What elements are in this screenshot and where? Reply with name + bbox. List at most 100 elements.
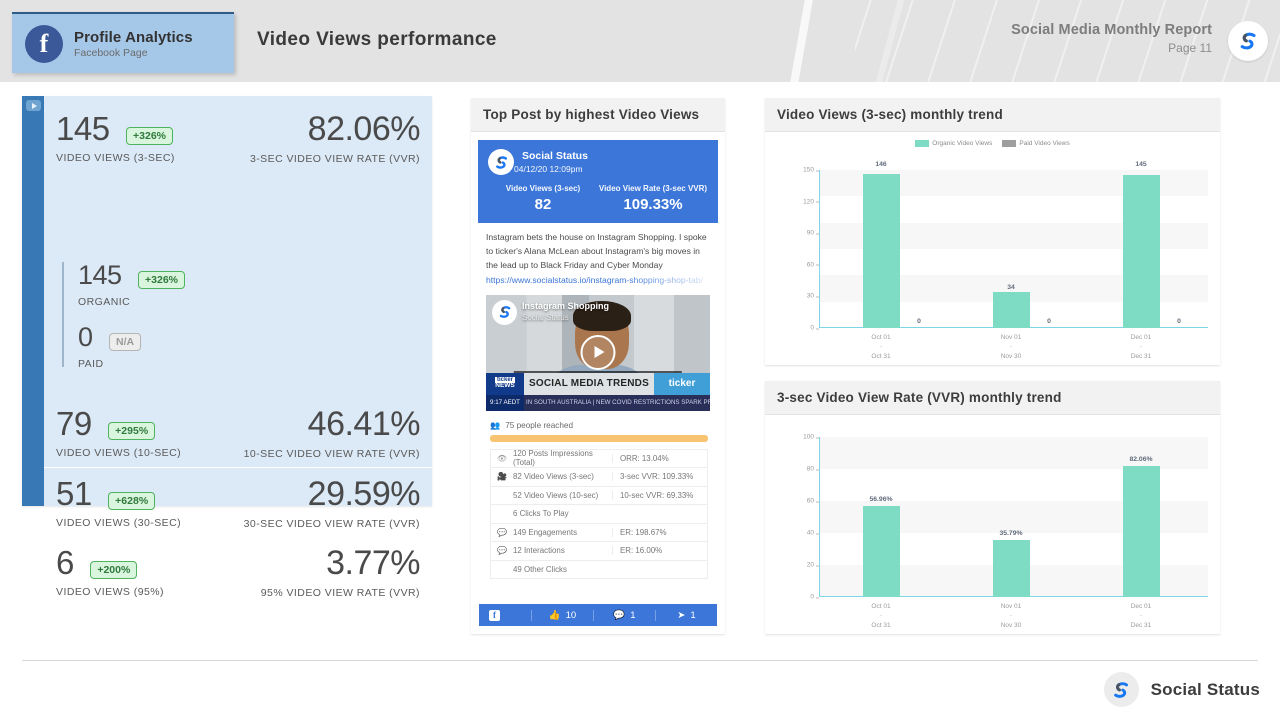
- comment-icon: 💬: [497, 546, 507, 556]
- x-tick-label: Oct 01 - Oct 31: [871, 602, 890, 630]
- y-tick-label: 60: [806, 497, 820, 505]
- thumbnail-subtitle: Social Status: [522, 312, 569, 322]
- profile-title: Profile Analytics: [74, 28, 193, 46]
- shares-cell[interactable]: ➤ 1: [655, 609, 717, 621]
- metric-breakdown: 145 +326% ORGANIC 0 N/A PAID: [62, 262, 186, 370]
- ticker-news-label: NEWS: [495, 382, 515, 390]
- ticker-time: 9:17 AEDT: [486, 394, 524, 411]
- x-tick-dash: -: [1009, 612, 1013, 620]
- y-axis: [819, 437, 820, 597]
- breakdown-label: PAID: [78, 358, 104, 370]
- top-post-body: Instagram bets the house on Instagram Sh…: [478, 223, 718, 293]
- chart-canvas: Organic Video Views Paid Video Views 0 3…: [765, 132, 1220, 362]
- metric-value: 6: [56, 544, 74, 581]
- table-row: 6 Clicks To Play: [491, 505, 707, 524]
- chart-canvas: 0 20 40 60 80 100 56.96% 35.79% 82.06% O…: [765, 415, 1220, 631]
- x-tick-line-2: Nov 30: [1000, 621, 1022, 629]
- metric-rate-value: 29.59%: [307, 475, 421, 513]
- comment-icon: 💬: [497, 527, 507, 537]
- bar-label: 146: [875, 161, 887, 168]
- chart-legend: Organic Video Views Paid Video Views: [765, 140, 1220, 147]
- social-status-logo: [1228, 21, 1268, 61]
- stat-label: 149 Engagements: [513, 527, 578, 537]
- top-post-engagement-bar: f 👍 10 💬 1 ➤ 1: [479, 604, 717, 626]
- y-tick-label: 60: [806, 261, 820, 269]
- facebook-icon: f: [479, 609, 531, 621]
- bar-vvr-nov[interactable]: [993, 539, 1030, 597]
- social-status-logo: [1103, 672, 1139, 707]
- facebook-icon: f: [25, 24, 63, 63]
- x-tick-line-2: Dec 31: [1130, 352, 1152, 360]
- bar-label-paid: 0: [1177, 318, 1181, 325]
- metric-row-30sec: 51 +628% VIDEO VIEWS (30-SEC) 29.59% 30-…: [44, 467, 432, 536]
- x-tick-dash: -: [1139, 612, 1143, 620]
- metric-rate-10sec: 46.41% 10-SEC VIDEO VIEW RATE (VVR): [244, 407, 421, 460]
- ticker-right-logo: ticker: [654, 372, 710, 395]
- likes-cell[interactable]: 👍 10: [531, 609, 593, 621]
- top-post-video-thumbnail[interactable]: Instagram Shopping Social Status Instagr…: [486, 294, 710, 411]
- bar-label: 82.06%: [1129, 456, 1153, 463]
- stat-label: 49 Other Clicks: [513, 564, 567, 574]
- play-button-icon[interactable]: [580, 334, 616, 370]
- kpi-label: Video Views (3-sec): [505, 184, 581, 193]
- y-tick-label: 30: [806, 292, 820, 300]
- avatar: [488, 149, 514, 175]
- y-tick-label: 20: [806, 561, 820, 569]
- metric-change-pill: +628%: [108, 491, 156, 510]
- x-tick-label: Dec 01 - Dec 31: [1131, 333, 1152, 361]
- metric-rate-3sec: 82.06% 3-SEC VIDEO VIEW RATE (VVR): [250, 112, 421, 165]
- profile-chip[interactable]: f Profile Analytics Facebook Page: [12, 12, 234, 73]
- footer-brand-name: Social Status: [1150, 679, 1260, 699]
- top-post-panel: Top Post by highest Video Views Social S…: [471, 98, 725, 634]
- video-icon: 🎥: [497, 472, 507, 482]
- x-tick-line-1: Dec 01: [1130, 603, 1152, 610]
- legend-swatch: [1002, 140, 1017, 147]
- breakdown-change-pill: +326%: [138, 270, 186, 289]
- stat-label: 12 Interactions: [513, 546, 565, 556]
- eye-icon: 👁: [496, 453, 508, 463]
- legend-item-organic[interactable]: Organic Video Views: [915, 140, 992, 147]
- metric-breakdown-organic: 145 +326% ORGANIC: [78, 262, 186, 308]
- bar-vvr-dec[interactable]: [1123, 465, 1160, 597]
- table-row: 🎥 82 Video Views (3-sec) 3-sec VVR: 109.…: [491, 468, 707, 487]
- stat-value: 3-sec VVR: 109.33%: [612, 472, 707, 482]
- ticker-headline: SOCIAL MEDIA TRENDS: [529, 378, 649, 390]
- x-tick-dash: -: [1139, 343, 1143, 351]
- x-tick-label: Dec 01 - Dec 31: [1131, 602, 1152, 630]
- bar-organic-nov[interactable]: [993, 292, 1030, 328]
- stat-label: 52 Video Views (10-sec): [513, 490, 599, 500]
- legend-label: Organic Video Views: [932, 140, 993, 147]
- x-tick-line-1: Nov 01: [1000, 334, 1022, 341]
- y-tick-label: 40: [806, 529, 820, 537]
- top-post-kpis: Video Views (3-sec) 82 Video View Rate (…: [488, 184, 708, 213]
- kpi-label: Video View Rate (3-sec VVR): [598, 184, 708, 193]
- metric-rate-label: 30-SEC VIDEO VIEW RATE (VVR): [243, 518, 420, 530]
- top-post-author: Social Status: [522, 150, 588, 163]
- bar-vvr-oct[interactable]: [863, 505, 900, 597]
- report-name: Social Media Monthly Report: [1011, 22, 1212, 38]
- page-title: Video Views performance: [257, 29, 497, 50]
- bar-organic-dec[interactable]: [1123, 175, 1160, 328]
- y-tick-label: 100: [803, 433, 819, 441]
- top-post-link[interactable]: https://www.socialstatus.io/instagram-sh…: [486, 274, 710, 288]
- thumbs-up-icon: 👍: [548, 609, 561, 621]
- comments-cell[interactable]: 💬 1: [593, 609, 655, 621]
- likes-count: 10: [565, 609, 577, 621]
- x-tick-dash: -: [879, 612, 883, 620]
- table-row: 👁 120 Posts Impressions (Total) ORR: 13.…: [491, 449, 707, 469]
- top-post-body-text: Instagram bets the house on Instagram Sh…: [486, 232, 707, 270]
- chart-title: Video Views (3-sec) monthly trend: [765, 98, 1220, 132]
- comments-count: 1: [630, 609, 636, 621]
- metric-value: 51: [56, 475, 92, 512]
- header-sheen-decoration-2: [640, 0, 900, 82]
- x-tick-label: Oct 01 - Oct 31: [871, 333, 890, 361]
- x-tick-label: Nov 01 - Nov 30: [1001, 602, 1022, 630]
- metric-change-pill: +295%: [108, 421, 156, 440]
- bar-label-paid: 0: [1047, 318, 1051, 325]
- x-tick-line-2: Nov 30: [1000, 352, 1022, 360]
- table-row: 💬 12 Interactions ER: 16.00%: [491, 542, 707, 561]
- legend-item-paid[interactable]: Paid Video Views: [1002, 140, 1070, 147]
- top-post-kpi-views: Video Views (3-sec) 82: [488, 184, 598, 213]
- bar-organic-oct[interactable]: [863, 174, 900, 328]
- thumbnail-title: Instagram Shopping: [522, 300, 610, 311]
